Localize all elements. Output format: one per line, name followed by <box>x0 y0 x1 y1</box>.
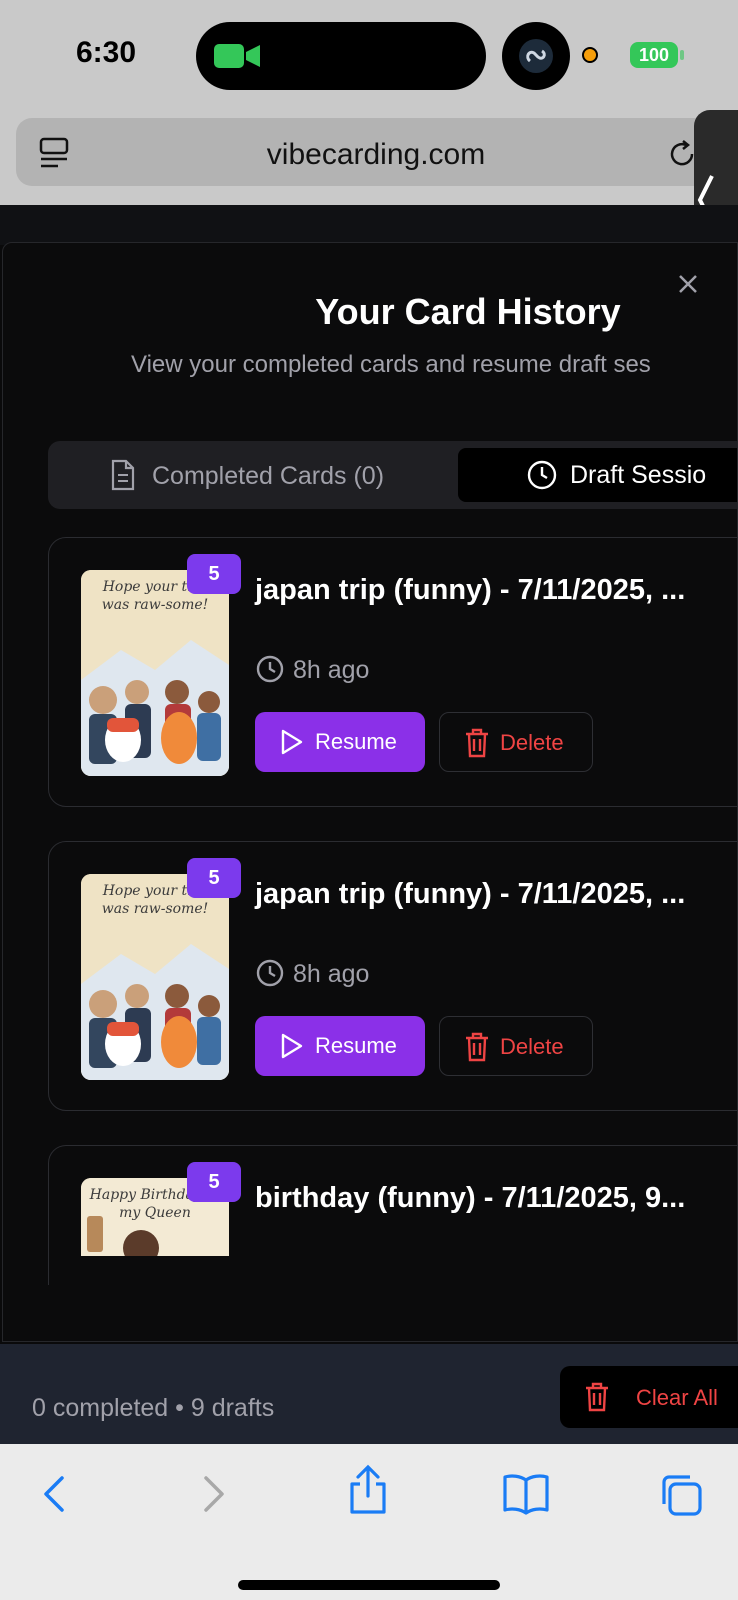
card-history-modal: Your Card History View your completed ca… <box>2 242 738 1342</box>
draft-badge: 5 <box>187 858 241 898</box>
bookmarks-icon[interactable] <box>502 1472 550 1516</box>
dynamic-island <box>196 22 486 90</box>
clear-all-label: Clear All <box>636 1385 718 1410</box>
delete-button[interactable]: Delete <box>439 712 593 772</box>
delete-label: Delete <box>500 1034 564 1059</box>
resume-button[interactable]: Resume <box>255 712 425 772</box>
browser-header: vibecarding.com <box>0 110 738 205</box>
draft-card: Hope your trip was raw-some! 5 japan tri… <box>48 841 737 1111</box>
tab-draft-sessions[interactable]: Draft Sessio <box>458 448 737 502</box>
battery-indicator: 100 <box>630 42 678 68</box>
tab-completed-label: Completed Cards (0) <box>152 462 385 490</box>
battery-tip <box>680 50 684 60</box>
document-icon <box>111 459 135 491</box>
trash-icon <box>586 1382 608 1412</box>
clock-icon <box>527 460 557 490</box>
link-icon <box>519 39 553 73</box>
history-tabs: Completed Cards (0) Draft Sessio <box>48 441 737 509</box>
clock-icon <box>256 655 284 683</box>
draft-badge: 5 <box>187 554 241 594</box>
play-icon <box>281 729 303 755</box>
recording-indicator <box>582 47 598 63</box>
delete-button[interactable]: Delete <box>439 1016 593 1076</box>
resume-label: Resume <box>315 1033 397 1058</box>
status-time: 6:30 <box>76 36 137 69</box>
draft-title: birthday (funny) - 7/11/2025, 9... <box>255 1182 686 1214</box>
modal-title: Your Card History <box>315 291 621 332</box>
resume-label: Resume <box>315 729 397 754</box>
browser-toolbar <box>0 1444 738 1600</box>
delete-label: Delete <box>500 730 564 755</box>
clear-all-button[interactable]: Clear All <box>560 1366 738 1428</box>
tab-drafts-label: Draft Sessio <box>570 461 707 489</box>
draft-title: japan trip (funny) - 7/11/2025, ... <box>255 574 686 606</box>
live-activity-island <box>502 22 570 90</box>
card-thumbnail[interactable]: Hope your trip was raw-some! <box>81 570 229 776</box>
modal-subtitle: View your completed cards and resume dra… <box>131 351 651 378</box>
draft-card: Hope your trip was raw-some! 5 japan tri… <box>48 537 737 807</box>
modal-footer: 0 completed • 9 drafts Clear All <box>0 1344 738 1444</box>
status-bar: 6:30 100 <box>0 0 738 110</box>
tabs-icon[interactable] <box>658 1472 704 1518</box>
draft-card: Happy Birthday to my Queen 5 birthday (f… <box>48 1145 737 1285</box>
history-summary: 0 completed • 9 drafts <box>32 1394 275 1422</box>
forward-icon[interactable] <box>198 1472 228 1516</box>
resume-button[interactable]: Resume <box>255 1016 425 1076</box>
card-thumbnail[interactable]: Hope your trip was raw-some! <box>81 874 229 1080</box>
draft-title: japan trip (funny) - 7/11/2025, ... <box>255 878 686 910</box>
facetime-camera-icon <box>214 44 260 68</box>
draft-time-text: 8h ago <box>293 656 370 684</box>
url-text[interactable]: vibecarding.com <box>16 138 736 172</box>
share-icon[interactable] <box>346 1464 390 1516</box>
play-icon <box>281 1033 303 1059</box>
address-bar[interactable]: vibecarding.com <box>16 118 736 186</box>
clock-icon <box>256 959 284 987</box>
back-icon[interactable] <box>40 1472 70 1516</box>
page-background <box>0 205 738 245</box>
trash-icon <box>466 728 488 758</box>
home-indicator <box>238 1580 500 1590</box>
trash-icon <box>466 1032 488 1062</box>
draft-badge: 5 <box>187 1162 241 1202</box>
tab-completed-cards[interactable]: Completed Cards (0) <box>52 445 452 505</box>
draft-time-text: 8h ago <box>293 960 370 988</box>
